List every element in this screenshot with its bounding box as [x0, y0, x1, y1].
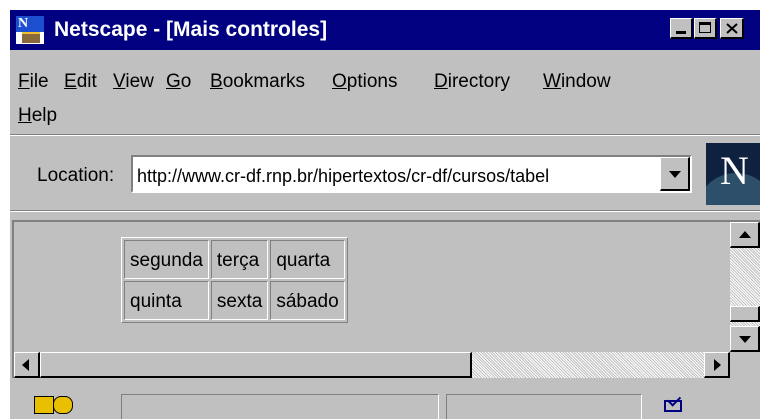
scroll-right-button[interactable]	[704, 352, 730, 378]
horizontal-scrollbar[interactable]	[14, 352, 730, 378]
menu-bookmarks-mnemonic: B	[210, 71, 223, 92]
menu-file-rest: ile	[29, 71, 49, 92]
table-row: quinta sexta sábado	[124, 281, 345, 320]
menu-bookmarks[interactable]: Bookmarks	[210, 70, 305, 94]
menu-directory-mnemonic: D	[434, 71, 448, 92]
menu-bar: File Edit View Go Bookmarks Options Dire…	[10, 52, 760, 132]
maximize-icon	[699, 22, 711, 33]
table-cell: quinta	[124, 281, 209, 320]
vertical-scroll-thumb[interactable]	[730, 306, 760, 322]
menu-options-rest: ptions	[346, 71, 398, 92]
location-input[interactable]	[137, 164, 657, 188]
menu-go-rest: o	[180, 71, 192, 92]
minimize-button[interactable]	[670, 18, 693, 39]
arrow-right-icon	[714, 359, 721, 371]
status-panel-message	[121, 394, 439, 419]
security-key-icon[interactable]	[34, 396, 74, 414]
vertical-scrollbar[interactable]	[730, 222, 760, 352]
scroll-up-button[interactable]	[730, 222, 760, 248]
title-bar[interactable]: N Netscape - [Mais controles]	[10, 10, 760, 50]
menu-window-mnemonic: W	[543, 71, 561, 92]
page-content: segunda terça quarta quinta sexta sábado	[14, 222, 730, 352]
table-cell: segunda	[124, 240, 209, 279]
minimize-icon	[676, 31, 686, 34]
table-cell: terça	[210, 240, 269, 279]
menu-help[interactable]: Help	[18, 104, 57, 128]
menu-view-rest: iew	[125, 71, 154, 92]
menu-bookmarks-rest: ookmarks	[222, 71, 306, 92]
scrollbar-corner	[730, 352, 760, 378]
table-row: segunda terça quarta	[124, 240, 345, 279]
arrow-left-icon	[22, 359, 29, 371]
menu-go[interactable]: Go	[166, 70, 191, 94]
browser-window: N Netscape - [Mais controles] File Edit …	[10, 10, 760, 419]
close-button[interactable]	[720, 18, 744, 39]
menu-edit-mnemonic: E	[64, 71, 77, 92]
table-cell: sábado	[270, 281, 345, 320]
table-cell: sexta	[210, 281, 269, 320]
arrow-up-icon	[739, 231, 751, 238]
scroll-left-button[interactable]	[14, 352, 40, 378]
menu-view[interactable]: View	[113, 70, 154, 94]
scroll-down-button[interactable]	[730, 326, 760, 352]
menu-separator	[10, 134, 760, 136]
location-label: Location:	[37, 165, 115, 186]
menu-file-mnemonic: F	[18, 71, 30, 92]
location-field[interactable]	[131, 155, 692, 193]
table-cell: quarta	[270, 240, 345, 279]
maximize-button[interactable]	[694, 18, 717, 39]
netscape-app-icon[interactable]: N	[16, 16, 44, 44]
menu-window[interactable]: Window	[543, 70, 611, 94]
location-dropdown-button[interactable]	[660, 157, 690, 191]
menu-options[interactable]: Options	[332, 70, 397, 94]
menu-directory[interactable]: Directory	[434, 70, 510, 94]
netscape-n-logo[interactable]: N	[706, 143, 760, 205]
content-viewport: segunda terça quarta quinta sexta sábado	[12, 220, 760, 378]
menu-help-rest: elp	[31, 105, 58, 126]
menu-file[interactable]: File	[18, 70, 49, 94]
menu-edit[interactable]: Edit	[64, 70, 97, 94]
menu-edit-rest: dit	[76, 71, 97, 92]
status-panel-progress	[446, 394, 642, 419]
arrow-down-icon	[739, 336, 751, 343]
menu-help-mnemonic: H	[18, 105, 32, 126]
mail-envelope-icon[interactable]	[664, 400, 682, 412]
window-title: Netscape - [Mais controles]	[54, 18, 328, 41]
horizontal-scroll-thumb[interactable]	[40, 352, 472, 378]
menu-go-mnemonic: G	[166, 71, 181, 92]
toolbar-separator	[10, 210, 760, 212]
weekday-table: segunda terça quarta quinta sexta sábado	[121, 237, 348, 323]
chevron-down-icon	[669, 171, 681, 178]
close-icon	[726, 23, 738, 34]
menu-view-mnemonic: V	[113, 71, 126, 92]
menu-window-rest: indow	[560, 71, 611, 92]
status-bar	[10, 388, 760, 419]
menu-options-mnemonic: O	[332, 71, 347, 92]
menu-directory-rest: irectory	[447, 71, 511, 92]
